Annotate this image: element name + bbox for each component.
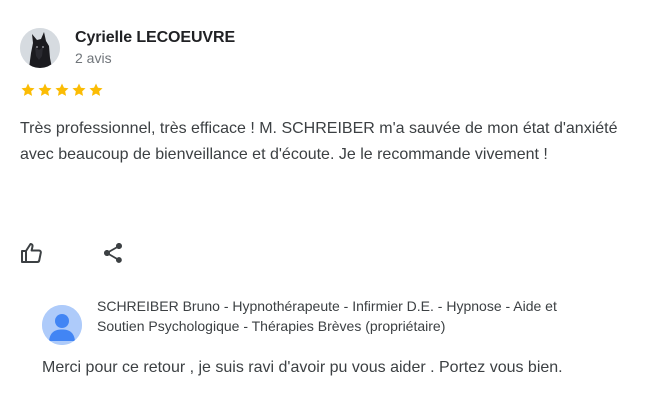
like-button[interactable]	[17, 240, 47, 270]
star-icon	[72, 83, 86, 96]
share-icon	[101, 241, 125, 270]
star-rating	[20, 82, 104, 98]
star-icon	[55, 83, 69, 96]
share-button[interactable]	[98, 240, 128, 270]
star-icon	[89, 83, 103, 96]
star-icon	[38, 83, 52, 96]
review-text: Très professionnel, très efficace ! M. S…	[20, 120, 618, 163]
owner-reply-text: Merci pour ce retour , je suis ravi d'av…	[42, 359, 563, 376]
author-avatar[interactable]	[20, 28, 60, 68]
review-card: Cyrielle LECOEUVRE 2 avis Très professio…	[0, 0, 648, 406]
author-name[interactable]: Cyrielle LECOEUVRE	[75, 29, 235, 47]
author-review-count: 2 avis	[75, 50, 112, 66]
owner-avatar	[42, 305, 82, 345]
thumbs-up-icon	[20, 241, 44, 270]
owner-name: SCHREIBER Bruno - Hypnothérapeute - Infi…	[97, 298, 557, 334]
star-icon	[21, 83, 35, 96]
